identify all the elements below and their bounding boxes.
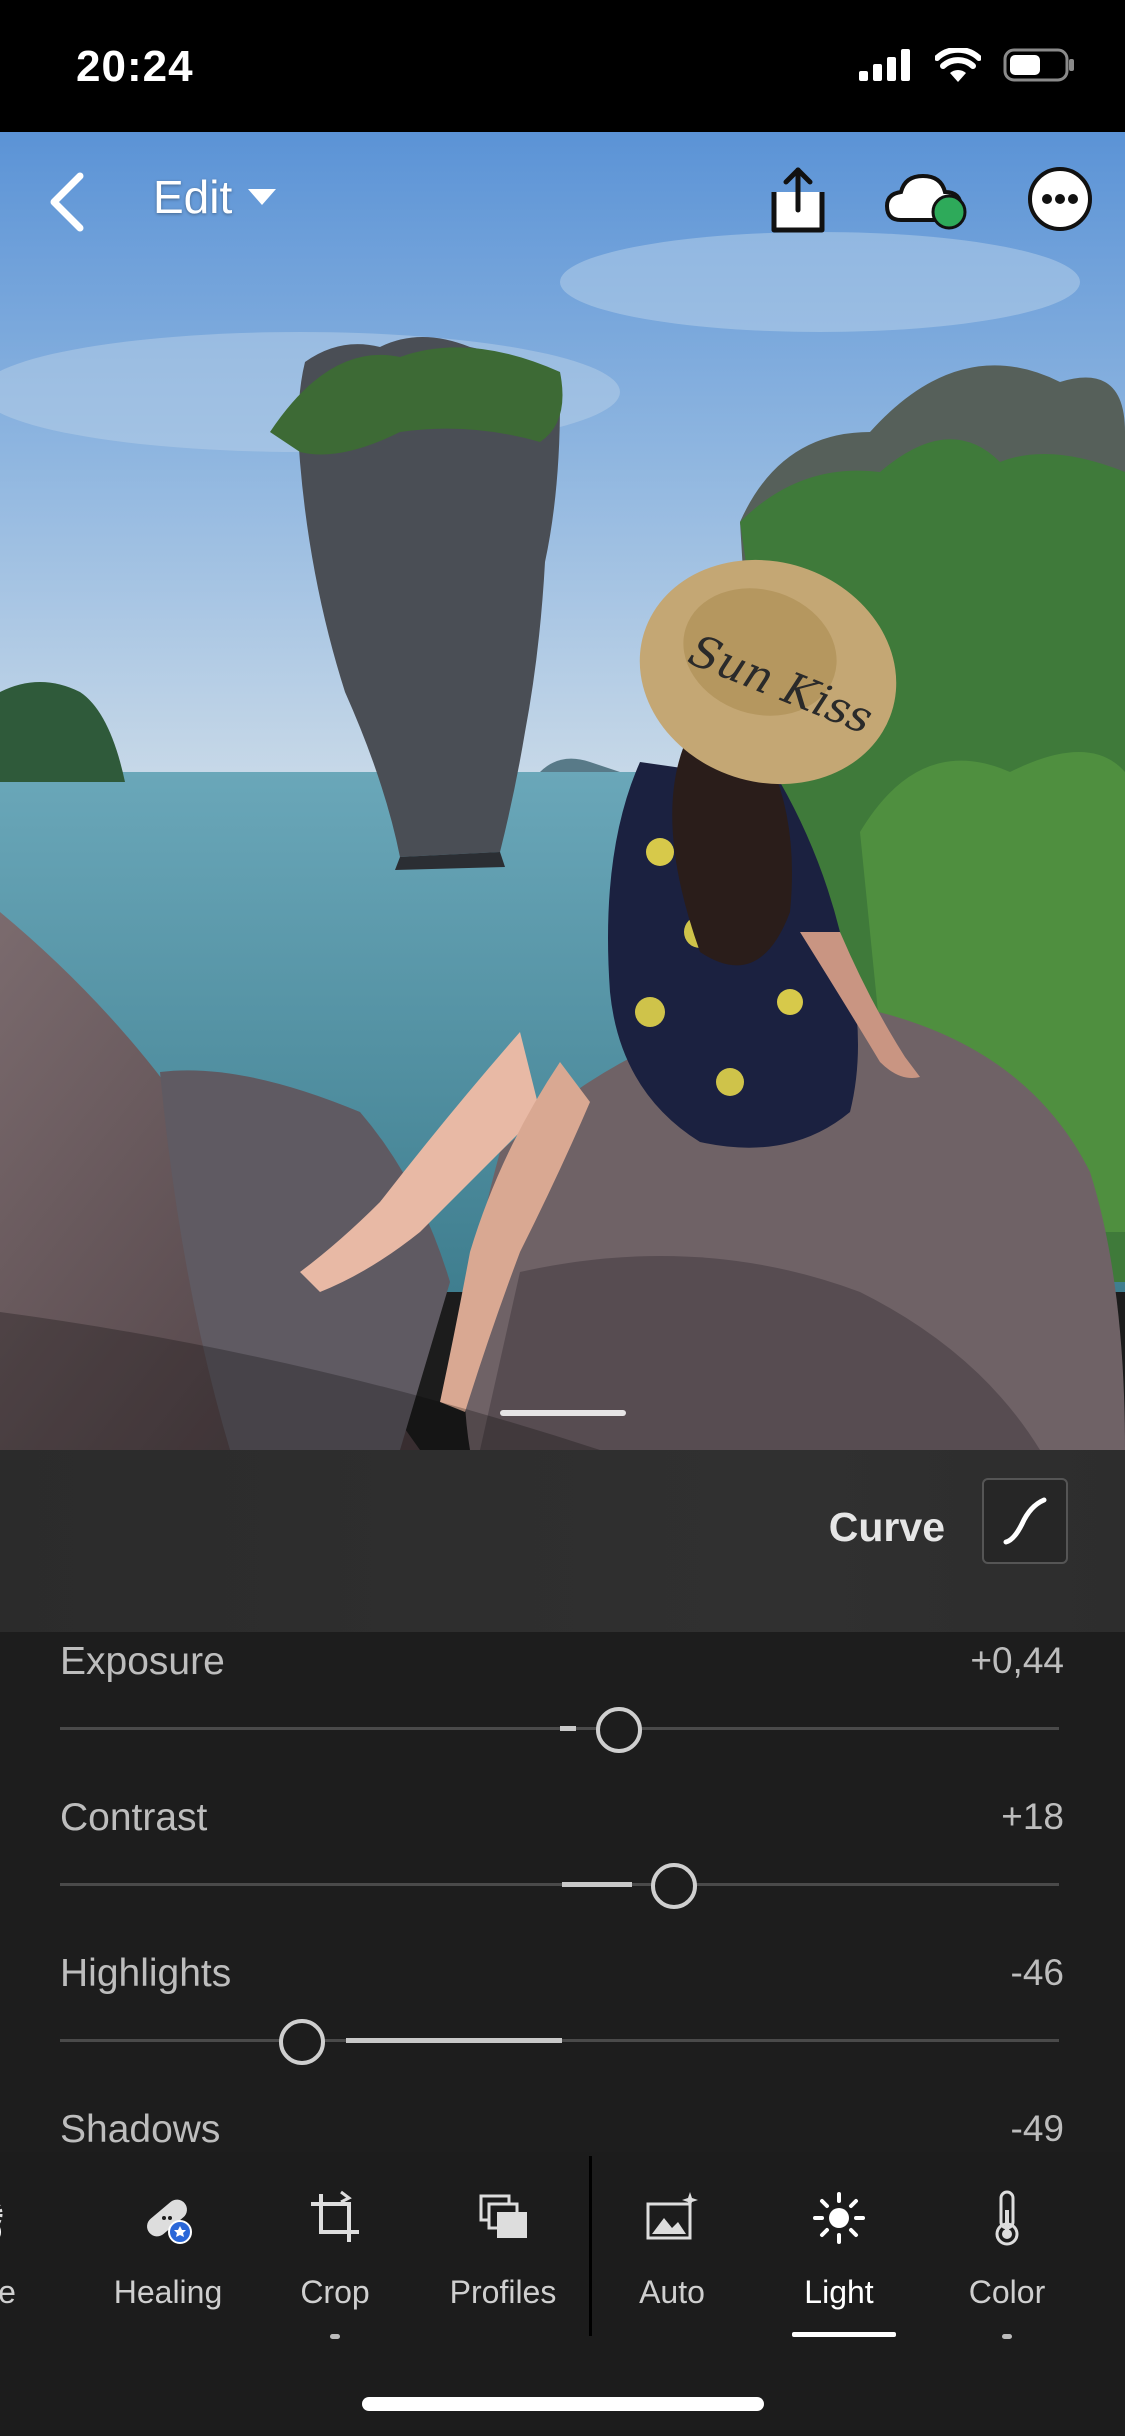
slider-thumb[interactable]: [651, 1863, 697, 1909]
tool-label: Color: [968, 2274, 1046, 2310]
auto-icon: [646, 2192, 698, 2240]
battery-icon: [1003, 48, 1074, 82]
photo-compare-handle[interactable]: [500, 1410, 626, 1416]
slider-label: Exposure: [60, 1640, 225, 1683]
share-button[interactable]: [760, 162, 836, 238]
slider-highlights: Highlights -46: [0, 1944, 1125, 2100]
curve-label: Curve: [828, 1504, 945, 1550]
chevron-left-icon: [50, 172, 84, 232]
more-ellipsis-icon: [1028, 167, 1092, 231]
more-options-button[interactable]: [1027, 166, 1093, 232]
share-icon: [771, 167, 825, 233]
slider-value: +18: [1001, 1796, 1064, 1837]
selective-icon: [0, 2204, 3, 2237]
photo-canvas[interactable]: Sun Kiss: [0, 132, 1125, 1450]
tool-color[interactable]: Color: [932, 2154, 1082, 2339]
healing-bandage-icon: [147, 2199, 192, 2244]
tool-crop[interactable]: Crop: [260, 2154, 410, 2339]
slider-thumb[interactable]: [279, 2019, 325, 2065]
caret-down-icon: [248, 189, 277, 205]
cloud-sync-button[interactable]: [883, 168, 971, 232]
home-indicator[interactable]: [362, 2397, 764, 2411]
curve-bar: Curve: [0, 1450, 1125, 1632]
tool-light[interactable]: Light: [764, 2154, 914, 2337]
back-button[interactable]: [40, 168, 96, 236]
slider-thumb[interactable]: [596, 1707, 642, 1753]
tool-label: Auto: [639, 2274, 705, 2310]
active-tool-underline: [792, 2332, 896, 2337]
sun-icon: [813, 2192, 865, 2244]
slider-value: -49: [1010, 2108, 1064, 2149]
slider-exposure: Exposure +0,44: [0, 1632, 1125, 1788]
slider-fill: [560, 1726, 576, 1731]
edit-toolbar: ctive Healing Crop Profiles: [0, 2152, 1125, 2436]
profiles-icon: [479, 2194, 527, 2238]
slider-label: Shadows: [60, 2108, 221, 2151]
toolbar-divider: [589, 2156, 592, 2336]
wifi-icon: [935, 48, 981, 82]
tool-auto[interactable]: Auto: [597, 2154, 747, 2324]
tool-label: Crop: [300, 2274, 370, 2310]
slider-value: +0,44: [970, 1640, 1064, 1681]
tool-label: Profiles: [449, 2274, 557, 2310]
cloud-synced-icon: [884, 173, 967, 230]
tone-curve-icon: [1003, 1497, 1047, 1545]
slider-label: Highlights: [60, 1952, 232, 1995]
status-time: 20:24: [76, 42, 194, 91]
tool-label: Healing: [113, 2274, 223, 2310]
tool-profiles[interactable]: Profiles: [428, 2154, 578, 2324]
tool-label: ctive: [0, 2274, 16, 2310]
tool-label: Light: [804, 2274, 874, 2310]
tool-modified-dot: [1002, 2334, 1012, 2339]
tool-healing[interactable]: Healing: [93, 2154, 243, 2324]
curve-button[interactable]: [982, 1478, 1068, 1564]
cellular-signal-icon: [859, 49, 910, 81]
tool-modified-dot: [330, 2334, 340, 2339]
slider-fill: [562, 1882, 632, 1887]
status-icons: [859, 48, 1075, 82]
slider-contrast: Contrast +18: [0, 1788, 1125, 1944]
slider-fill: [346, 2038, 562, 2043]
crop-icon: [311, 2190, 359, 2242]
edit-mode-label: Edit: [153, 171, 233, 223]
slider-label: Contrast: [60, 1796, 208, 1839]
top-bar: Edit: [0, 132, 1125, 272]
edit-mode-menu[interactable]: Edit: [153, 170, 278, 224]
thermometer-icon: [995, 2190, 1019, 2246]
light-adjustments-panel: Exposure +0,44 Contrast +18 Highlights -…: [0, 1632, 1125, 2152]
slider-value: -46: [1010, 1952, 1064, 1993]
tool-selective[interactable]: ctive: [0, 2154, 58, 2324]
status-bar: 20:24: [0, 0, 1125, 132]
slider-track[interactable]: [60, 1883, 1059, 1886]
